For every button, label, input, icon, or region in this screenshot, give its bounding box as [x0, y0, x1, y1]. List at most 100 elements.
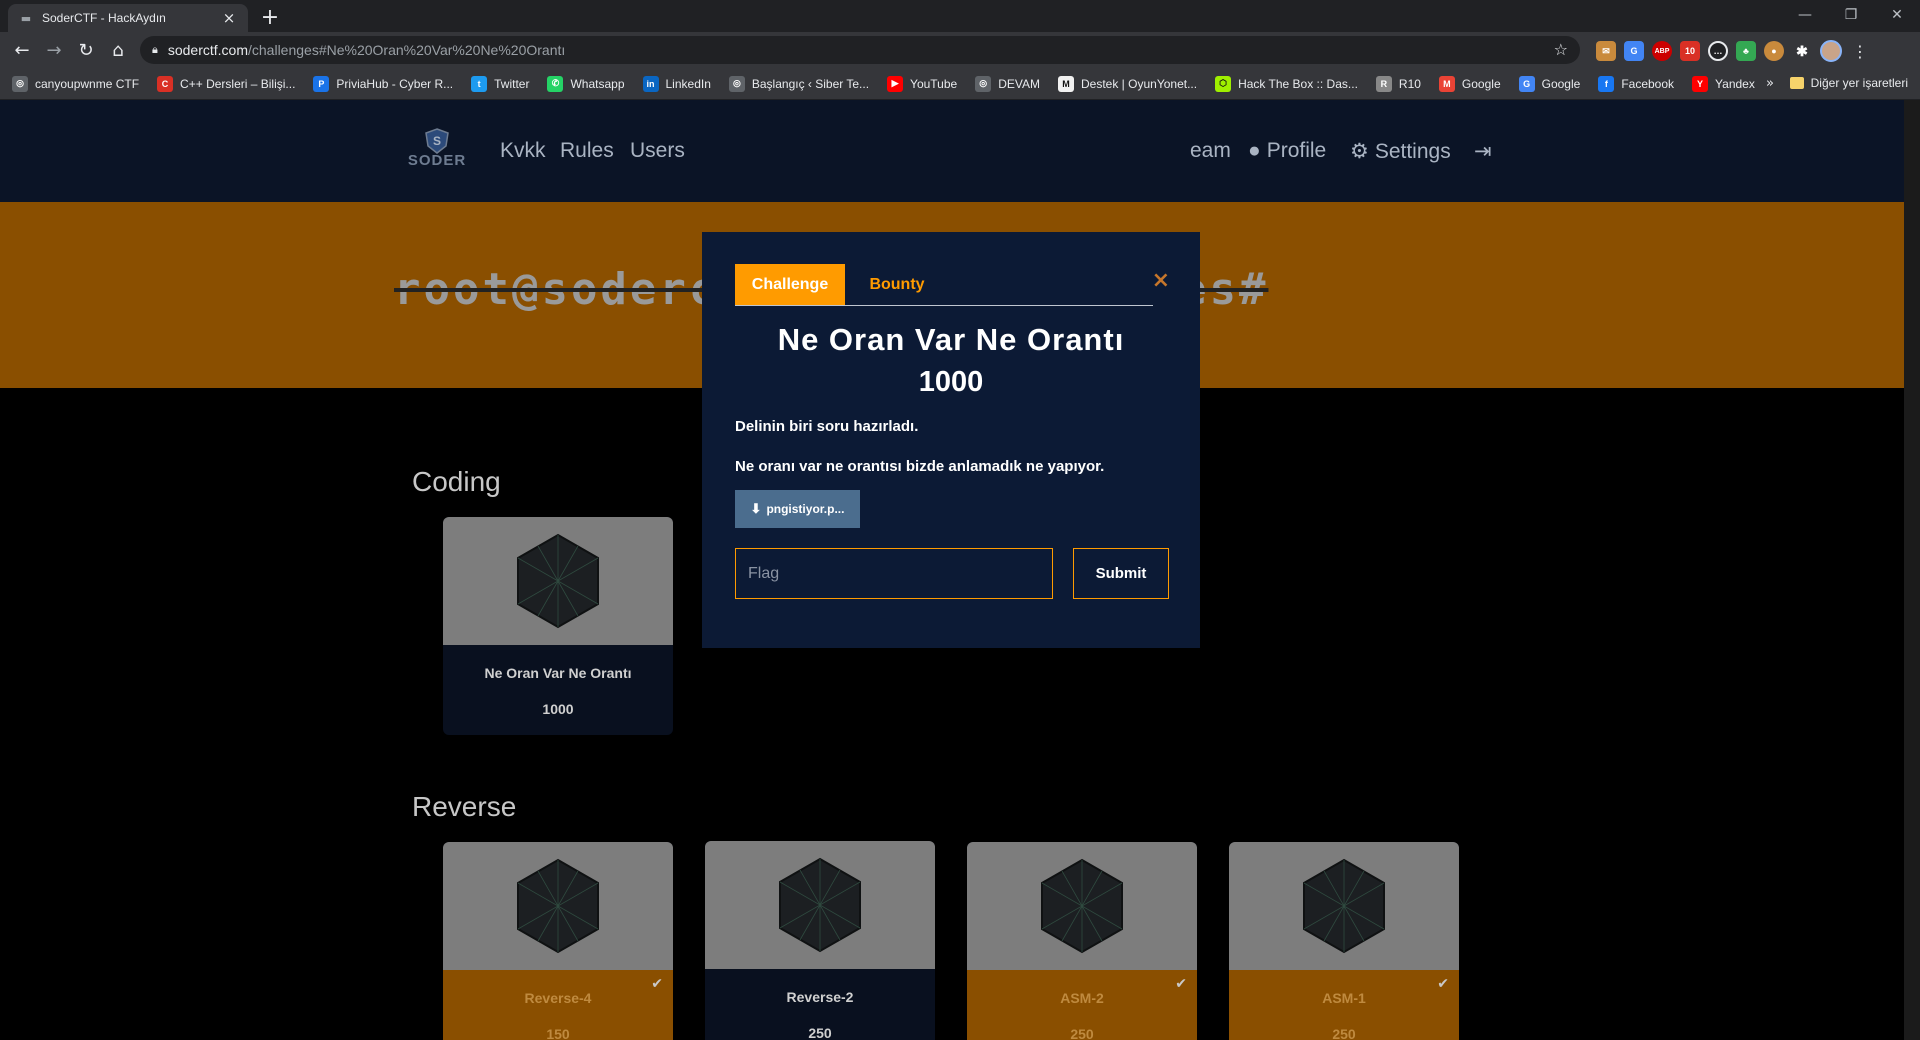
bookmark-item[interactable]: Y Yandex: [1692, 75, 1755, 92]
bookmark-label: Destek | OyunYonet...: [1081, 76, 1198, 91]
linkedin-icon: in: [642, 75, 659, 92]
globe-icon: ◎: [728, 75, 745, 92]
challenge-card[interactable]: Ne Oran Var Ne Orantı 1000: [443, 517, 673, 735]
puzzle-icon[interactable]: ✱: [1792, 41, 1812, 61]
bookmark-label: C++ Dersleri – Bilişi...: [180, 76, 296, 91]
folder-icon: [1789, 77, 1804, 89]
challenge-card-image: [443, 842, 673, 970]
restore-button[interactable]: ❐: [1828, 0, 1874, 30]
bookmark-label: R10: [1398, 76, 1421, 91]
bookmark-item[interactable]: G Google: [1518, 75, 1581, 92]
home-icon[interactable]: ⌂: [104, 36, 132, 64]
bookmark-item[interactable]: in LinkedIn: [642, 75, 711, 92]
bookmark-item[interactable]: ▶ YouTube: [887, 75, 957, 92]
bookmark-item[interactable]: P PriviaHub - Cyber R...: [313, 75, 454, 92]
bookmark-label: PriviaHub - Cyber R...: [336, 76, 454, 91]
facebook-icon: f: [1598, 75, 1615, 92]
bookmark-label: Google: [1461, 76, 1501, 91]
challenge-card[interactable]: ✔ ASM-1 250: [1229, 842, 1459, 1040]
whatsapp-icon: ✆: [547, 75, 564, 92]
challenge-card-points: 250: [1070, 1026, 1094, 1040]
soder-logo[interactable]: S SODER: [402, 128, 472, 176]
bookmark-label: LinkedIn: [665, 76, 711, 91]
challenge-card-title: ASM-2: [1060, 990, 1104, 1006]
page-scrollbar[interactable]: [1904, 100, 1920, 1040]
challenge-card-points: 250: [808, 1025, 832, 1040]
translate-icon[interactable]: G: [1624, 41, 1644, 61]
extension-badge-icon[interactable]: 10: [1680, 41, 1700, 61]
challenge-card[interactable]: ✔ ASM-2 250: [967, 842, 1197, 1040]
flag-input[interactable]: [735, 548, 1053, 599]
nav-link-users[interactable]: Users: [630, 139, 685, 163]
user-circle-icon: ●: [1248, 139, 1261, 162]
tab-challenge[interactable]: Challenge: [735, 264, 845, 305]
file-download-button[interactable]: ⬇ pngistiyor.p...: [735, 490, 860, 528]
other-bookmarks[interactable]: Diğer yer işaretleri: [1789, 76, 1908, 90]
browser-tab[interactable]: ▬ SoderCTF - HackAydın ×: [8, 4, 248, 32]
tab-close-icon[interactable]: ×: [220, 9, 238, 27]
bookmarks-overflow-button[interactable]: »: [1766, 76, 1774, 91]
submit-button[interactable]: Submit: [1073, 548, 1169, 599]
bookmark-item[interactable]: f Facebook: [1598, 75, 1675, 92]
nav-link-rules[interactable]: Rules: [560, 139, 614, 163]
banner-text-left: root@soderc: [394, 264, 719, 315]
extension-mail-icon[interactable]: ✉: [1596, 41, 1616, 61]
bookmark-item[interactable]: R R10: [1375, 75, 1421, 92]
svg-text:S: S: [433, 134, 441, 148]
bookmark-item[interactable]: ◎ Başlangıç ‹ Siber Te...: [728, 75, 869, 92]
globe-icon: ◎: [975, 75, 992, 92]
challenge-card-points: 1000: [542, 701, 574, 717]
yandex-icon: Y: [1692, 75, 1709, 92]
bookmark-item[interactable]: M Destek | OyunYonet...: [1058, 75, 1198, 92]
nav-link-kvkk[interactable]: Kvkk: [500, 139, 546, 163]
profile-avatar[interactable]: [1820, 40, 1842, 62]
bookmark-item[interactable]: M Google: [1438, 75, 1501, 92]
site-navbar: S SODER Kvkk Rules Users eam ● Profile ⚙ S…: [0, 100, 1904, 202]
bookmark-star-icon[interactable]: ☆: [1554, 40, 1568, 59]
tab-title: SoderCTF - HackAydın: [42, 11, 166, 25]
bookmark-label: Facebook: [1621, 76, 1675, 91]
close-icon[interactable]: ×: [1152, 268, 1170, 293]
bookmark-label: Google: [1541, 76, 1581, 91]
challenge-card-title: Reverse-2: [786, 989, 854, 1005]
bookmark-label: Hack The Box :: Das...: [1238, 76, 1358, 91]
logout-icon[interactable]: ⇥: [1474, 139, 1492, 164]
address-bar[interactable]: 🔒︎ soderctf.com/challenges#Ne%20Oran%20V…: [140, 36, 1580, 64]
close-window-button[interactable]: ✕: [1874, 0, 1920, 30]
category-title-reverse: Reverse: [412, 791, 517, 822]
bookmark-item[interactable]: ◎ canyoupwnme CTF: [12, 75, 139, 92]
forward-arrow-icon[interactable]: →: [40, 36, 68, 64]
bookmarks-bar: ◎ canyoupwnme CTF C C++ Dersleri – Bilişi..…: [0, 68, 1920, 100]
back-arrow-icon[interactable]: ←: [8, 36, 36, 64]
browser-menu-icon[interactable]: ⋮: [1850, 42, 1870, 61]
challenge-card-body: Reverse-2 250: [705, 969, 935, 1040]
minimize-button[interactable]: —: [1782, 0, 1828, 30]
extension-tree-icon[interactable]: ♣: [1736, 41, 1756, 61]
bookmark-item[interactable]: ✆ Whatsapp: [547, 75, 625, 92]
nav-link-team[interactable]: eam: [1190, 139, 1231, 163]
solved-check-icon: ✔: [1175, 976, 1187, 992]
tab-bounty[interactable]: Bounty: [847, 264, 947, 305]
twitter-icon: t: [471, 75, 488, 92]
polyhedron-icon: [517, 533, 599, 629]
polyhedron-icon: [1303, 858, 1385, 954]
challenge-card[interactable]: ✔ Reverse-4 150: [443, 842, 673, 1040]
challenge-description-line: Ne oranı var ne orantısı bizde anlamadık…: [735, 458, 1105, 475]
challenge-card[interactable]: Reverse-2 250: [705, 841, 935, 1040]
challenge-card-body: ✔ ASM-1 250: [1229, 970, 1459, 1040]
lock-icon[interactable]: 🔒︎: [152, 43, 158, 57]
reload-icon[interactable]: ↻: [72, 36, 100, 64]
page-content: S SODER Kvkk Rules Users eam ● Profile ⚙ S…: [0, 100, 1904, 1040]
new-tab-icon[interactable]: +: [258, 5, 282, 30]
nav-link-profile[interactable]: ● Profile: [1248, 139, 1326, 163]
nav-link-settings[interactable]: ⚙ Settings: [1350, 139, 1451, 164]
solved-check-icon: ✔: [651, 976, 663, 992]
adblock-plus-icon[interactable]: ABP: [1652, 41, 1672, 61]
gears-icon: ⚙: [1350, 140, 1369, 163]
bookmark-item[interactable]: ⬡ Hack The Box :: Das...: [1215, 75, 1358, 92]
cookie-icon[interactable]: ●: [1764, 41, 1784, 61]
bookmark-item[interactable]: t Twitter: [471, 75, 529, 92]
extension-chat-icon[interactable]: …: [1708, 41, 1728, 61]
bookmark-item[interactable]: C C++ Dersleri – Bilişi...: [157, 75, 296, 92]
bookmark-item[interactable]: ◎ DEVAM: [975, 75, 1040, 92]
